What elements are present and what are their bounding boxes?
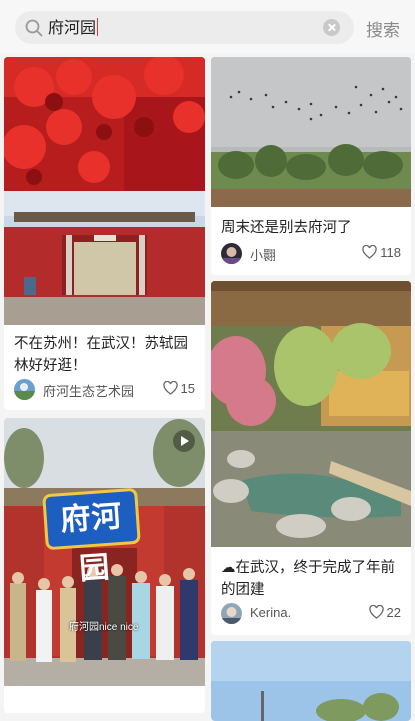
like-button[interactable]: 118 <box>362 245 401 260</box>
note-title: ☁在武汉，终于完成了年前的团建 <box>221 560 395 598</box>
like-count: 22 <box>386 605 401 620</box>
author-name[interactable]: Kerina. <box>250 605 291 620</box>
note-title: 不在苏州！在武汉！苏轼园林好好逛！ <box>14 336 188 374</box>
like-button[interactable]: 15 <box>162 381 195 396</box>
like-count: 15 <box>180 381 195 396</box>
search-box[interactable]: 府河园 <box>15 11 354 44</box>
note-meta: 小翾 118 <box>221 243 401 265</box>
heart-icon <box>162 381 178 395</box>
note-cover-image <box>211 281 411 547</box>
note-meta: 府河生态艺术园 15 <box>14 379 195 401</box>
note-cover-image <box>211 641 411 721</box>
clear-icon[interactable] <box>323 19 340 36</box>
avatar <box>221 603 242 624</box>
avatar <box>221 243 242 264</box>
like-count: 118 <box>380 245 401 260</box>
note-cover-image <box>211 57 411 207</box>
note-title: 周末还是别去府河了 <box>221 220 352 236</box>
note-card[interactable]: ☁在武汉，终于完成了年前的团建 Kerina. 22 <box>211 281 411 635</box>
note-card[interactable]: 周末还是别去府河了 小翾 118 <box>211 57 411 275</box>
author-name[interactable]: 小翾 <box>250 245 276 264</box>
note-card[interactable] <box>211 641 411 721</box>
search-button[interactable]: 搜索 <box>366 16 400 41</box>
note-card[interactable]: 府河园 府河园nice nice <box>4 418 205 713</box>
heart-icon <box>362 245 377 259</box>
search-input[interactable]: 府河园 <box>48 18 99 38</box>
note-cover-image <box>4 57 205 325</box>
note-card[interactable]: 不在苏州！在武汉！苏轼园林好好逛！ 府河生态艺术园 15 <box>4 57 205 410</box>
top-bar: 府河园 搜索 <box>0 0 415 54</box>
like-button[interactable]: 22 <box>368 605 401 620</box>
video-title-overlay: 府河园 <box>42 487 141 586</box>
video-caption: 府河园nice nice <box>69 622 139 633</box>
heart-icon <box>368 605 384 619</box>
video-play-badge <box>173 430 195 452</box>
avatar <box>14 379 35 400</box>
note-meta: Kerina. 22 <box>221 603 401 625</box>
search-icon <box>25 19 43 37</box>
author-name[interactable]: 府河生态艺术园 <box>43 381 134 400</box>
